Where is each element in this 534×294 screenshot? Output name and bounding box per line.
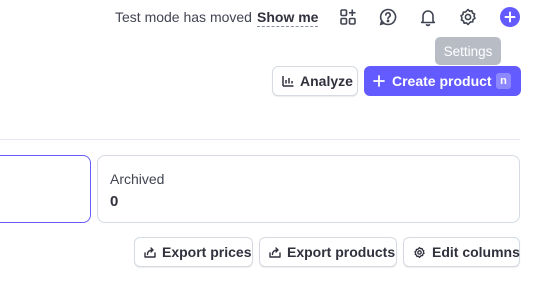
bell-icon[interactable] [416, 5, 440, 29]
keyboard-shortcut-badge: n [496, 73, 511, 89]
help-icon[interactable] [376, 5, 400, 29]
gear-icon [414, 246, 425, 258]
show-me-link[interactable]: Show me [257, 9, 319, 27]
export-products-button[interactable]: Export products [259, 237, 397, 267]
chart-icon [282, 76, 294, 87]
export-products-label: Export products [287, 244, 396, 260]
settings-tooltip: Settings [435, 37, 501, 65]
export-icon [144, 247, 156, 258]
export-prices-label: Export prices [162, 244, 252, 260]
plus-circle-icon[interactable] [500, 7, 520, 27]
plus-icon [373, 75, 385, 87]
gear-icon[interactable] [456, 5, 480, 29]
selected-filter-card[interactable] [0, 155, 91, 223]
section-divider [0, 139, 520, 140]
archived-label: Archived [110, 171, 165, 187]
test-mode-notice: Test mode has moved [115, 9, 252, 25]
archived-count: 0 [110, 193, 119, 210]
analyze-label: Analyze [300, 73, 353, 89]
export-prices-button[interactable]: Export prices [134, 237, 253, 267]
edit-columns-button[interactable]: Edit columns [403, 237, 520, 267]
create-product-label: Create product [392, 73, 492, 89]
create-product-button[interactable]: Create product n [364, 66, 521, 96]
export-icon [269, 247, 281, 258]
apps-icon[interactable] [336, 5, 360, 29]
edit-columns-label: Edit columns [432, 244, 520, 260]
analyze-button[interactable]: Analyze [272, 66, 358, 96]
archived-filter-card[interactable]: Archived 0 [97, 155, 520, 223]
